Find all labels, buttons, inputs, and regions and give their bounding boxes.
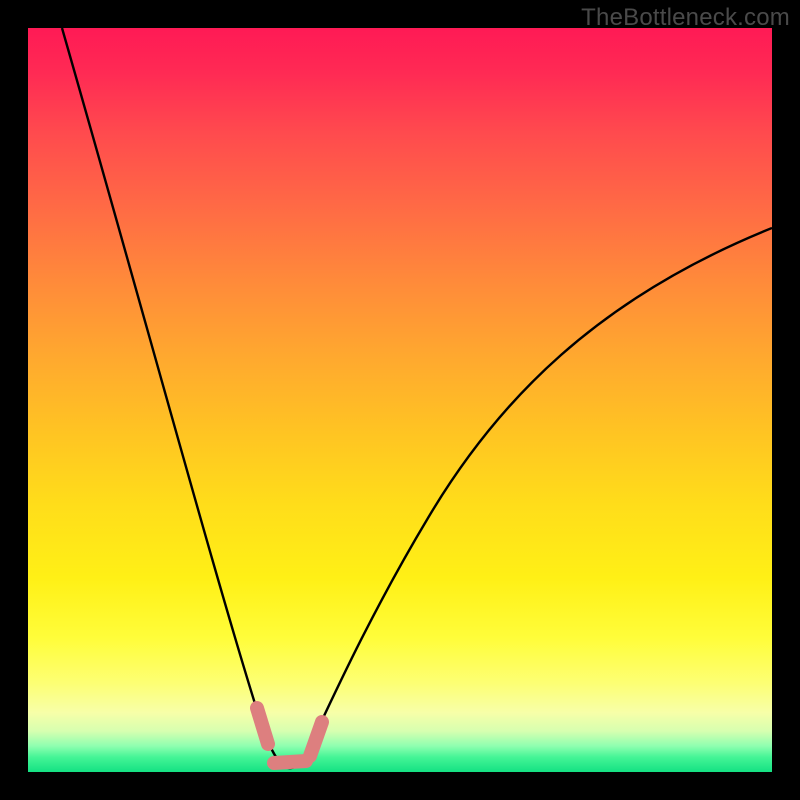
chart-curves-svg xyxy=(28,28,772,772)
highlight-bottom xyxy=(274,761,306,763)
bottleneck-curve xyxy=(62,28,772,768)
chart-frame: TheBottleneck.com xyxy=(0,0,800,800)
highlight-right xyxy=(310,722,322,756)
highlight-left xyxy=(257,708,268,744)
watermark-text: TheBottleneck.com xyxy=(581,4,790,32)
chart-plot-area xyxy=(28,28,772,772)
